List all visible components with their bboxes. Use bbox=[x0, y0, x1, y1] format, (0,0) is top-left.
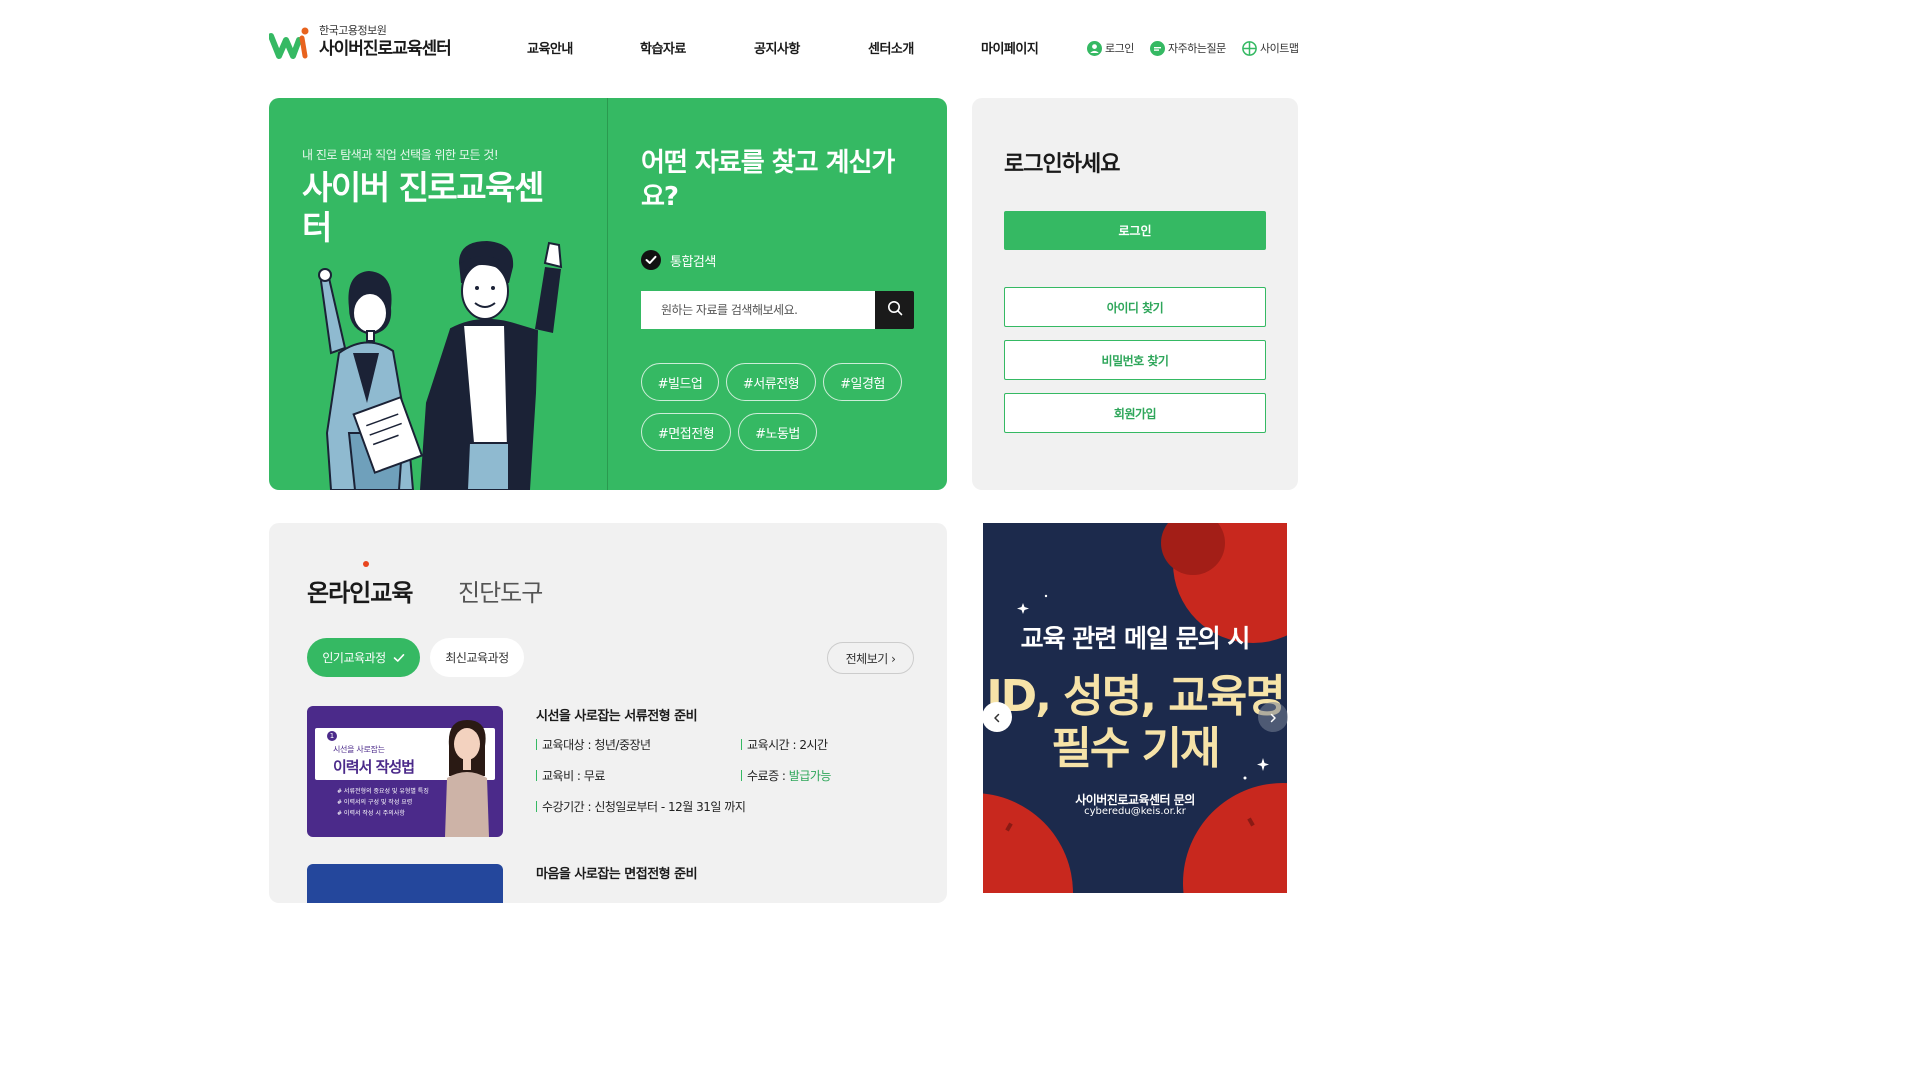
nav-item-center-intro[interactable]: 센터소개 bbox=[868, 38, 914, 57]
thumb-bullet: # 서류전형의 중요성 및 유형별 특징 bbox=[337, 788, 429, 795]
thumb-badge: 1 bbox=[327, 731, 337, 741]
chevron-left-icon bbox=[992, 708, 1002, 727]
course-thumbnail[interactable] bbox=[307, 864, 503, 903]
search-heading: 어떤 자료를 찾고 계신가요? bbox=[641, 148, 895, 212]
course-cert-value: 발급가능 bbox=[788, 769, 832, 783]
course-target: 교육대상 : 청년/중장년 bbox=[536, 736, 651, 753]
search-icon bbox=[887, 300, 903, 320]
login-panel: 로그인하세요 로그인 아이디 찾기 비밀번호 찾기 회원가입 bbox=[972, 98, 1298, 490]
people-illustration bbox=[309, 233, 569, 490]
util-login-label: 로그인 bbox=[1105, 42, 1134, 55]
user-icon bbox=[1087, 40, 1102, 56]
course-fee-text: 교육비 : 무료 bbox=[542, 769, 605, 783]
course-period-text: 수강기간 : 신청일로부터 - 12월 31일 까지 bbox=[542, 800, 746, 814]
util-faq-link[interactable]: 자주하는질문 bbox=[1150, 40, 1226, 56]
banner-prev-button[interactable] bbox=[982, 702, 1012, 732]
view-all-button[interactable]: 전체보기 › bbox=[827, 642, 914, 674]
course-title[interactable]: 시선을 사로잡는 서류전형 준비 bbox=[536, 705, 698, 724]
meta-bar bbox=[741, 770, 742, 781]
course-title[interactable]: 마음을 사로잡는 면접전형 준비 bbox=[536, 863, 698, 882]
banner-required-line2: 필수 기재 bbox=[1051, 723, 1220, 774]
nav-item-learning-materials[interactable]: 학습자료 bbox=[640, 38, 686, 57]
meta-bar bbox=[536, 739, 537, 750]
education-panel: 온라인교육 진단도구 인기교육과정 최신교육과정 전체보기 › 1 시선을 사로… bbox=[269, 523, 947, 903]
logo-subtitle: 한국고용정보원 bbox=[319, 24, 387, 37]
signup-button[interactable]: 회원가입 bbox=[1004, 393, 1266, 433]
course-fee: 교육비 : 무료 bbox=[536, 767, 605, 784]
active-tab-dot bbox=[363, 561, 369, 567]
login-button[interactable]: 로그인 bbox=[1004, 211, 1266, 250]
search-scope-label: 통합검색 bbox=[670, 254, 716, 270]
search-button[interactable] bbox=[875, 291, 914, 329]
nav-item-notices[interactable]: 공지사항 bbox=[754, 38, 800, 57]
util-sitemap-label: 사이트맵 bbox=[1260, 42, 1299, 55]
thumb-title: 이력서 작성법 bbox=[333, 758, 415, 776]
meta-bar bbox=[536, 770, 537, 781]
presenter-image bbox=[437, 716, 497, 837]
filter-latest-courses[interactable]: 최신교육과정 bbox=[430, 638, 524, 677]
course-period: 수강기간 : 신청일로부터 - 12월 31일 까지 bbox=[536, 798, 746, 815]
find-id-button[interactable]: 아이디 찾기 bbox=[1004, 287, 1266, 327]
meta-bar bbox=[741, 739, 742, 750]
logo-mark-icon bbox=[268, 22, 313, 62]
filter-popular-label: 인기교육과정 bbox=[322, 651, 386, 665]
hashtag-buildup[interactable]: #빌드업 bbox=[641, 363, 719, 401]
search-input[interactable] bbox=[641, 291, 875, 329]
hashtag-interview[interactable]: #면접전형 bbox=[641, 413, 731, 451]
thumb-bullet: # 이력서 작성 시 주의사항 bbox=[337, 810, 405, 817]
banner-headline: 교육 관련 메일 문의 시 bbox=[1020, 624, 1251, 653]
logo-title: 사이버진로교육센터 bbox=[319, 39, 452, 59]
util-faq-label: 자주하는질문 bbox=[1168, 42, 1226, 55]
thumb-bullet: # 이력서의 구성 및 작성 요령 bbox=[337, 799, 413, 806]
course-certificate: 수료증 : 발급가능 bbox=[741, 767, 831, 784]
login-panel-title: 로그인하세요 bbox=[1004, 152, 1120, 177]
meta-bar bbox=[536, 801, 537, 812]
filter-popular-courses[interactable]: 인기교육과정 bbox=[307, 638, 420, 677]
banner-required-line1: ID, 성명, 교육명 bbox=[986, 671, 1285, 722]
hashtag-labor-law[interactable]: #노동법 bbox=[738, 413, 817, 451]
course-time: 교육시간 : 2시간 bbox=[741, 736, 828, 753]
check-icon bbox=[641, 250, 661, 270]
notice-banner[interactable]: 교육 관련 메일 문의 시 ID, 성명, 교육명 필수 기재 사이버진로교육센… bbox=[983, 523, 1287, 893]
course-time-text: 교육시간 : 2시간 bbox=[747, 738, 828, 752]
hero-eyebrow: 내 진로 탐색과 직업 선택을 위한 모든 것! bbox=[302, 148, 499, 162]
find-password-button[interactable]: 비밀번호 찾기 bbox=[1004, 340, 1266, 380]
site-logo[interactable]: 한국고용정보원 사이버진로교육센터 bbox=[268, 22, 452, 62]
hero-divider bbox=[607, 98, 608, 490]
tab-diagnostic-tools[interactable]: 진단도구 bbox=[458, 573, 543, 608]
course-target-text: 교육대상 : 청년/중장년 bbox=[542, 738, 651, 752]
banner-next-button[interactable] bbox=[1258, 702, 1288, 732]
util-sitemap-link[interactable]: 사이트맵 bbox=[1242, 40, 1299, 56]
nav-item-education-info[interactable]: 교육안내 bbox=[527, 38, 573, 57]
thumb-subtitle: 시선을 사로잡는 bbox=[333, 745, 385, 754]
check-icon bbox=[393, 653, 405, 663]
chat-icon bbox=[1150, 40, 1165, 56]
chevron-right-icon bbox=[1268, 708, 1278, 727]
course-cert-label: 수료증 : bbox=[747, 769, 789, 783]
nav-item-mypage[interactable]: 마이페이지 bbox=[981, 38, 1039, 57]
banner-email: cyberedu@keis.or.kr bbox=[1084, 806, 1186, 817]
search-scope-checkbox[interactable]: 통합검색 bbox=[641, 250, 716, 270]
hashtag-work-experience[interactable]: #일경험 bbox=[823, 363, 902, 401]
banner-required-fields: ID, 성명, 교육명 필수 기재 bbox=[983, 671, 1287, 775]
tab-online-education[interactable]: 온라인교육 bbox=[307, 573, 413, 608]
course-thumbnail[interactable]: 1 시선을 사로잡는 이력서 작성법 # 서류전형의 중요성 및 유형별 특징 … bbox=[307, 706, 503, 837]
util-login-link[interactable]: 로그인 bbox=[1087, 40, 1134, 56]
hashtag-document-screening[interactable]: #서류전형 bbox=[726, 363, 816, 401]
sitemap-icon bbox=[1242, 40, 1257, 56]
hero-section: 내 진로 탐색과 직업 선택을 위한 모든 것! 사이버 진로교육센터 어떤 자… bbox=[269, 98, 947, 490]
